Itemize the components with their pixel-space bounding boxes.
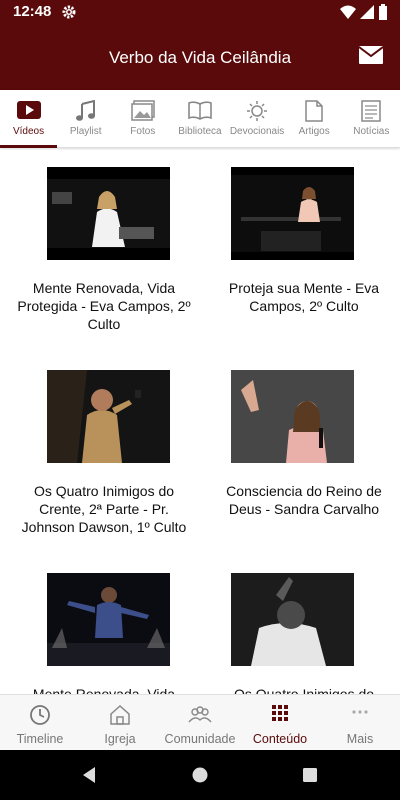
video-list: Mente Renovada, Vida Protegida - Eva Cam… bbox=[0, 150, 400, 694]
tab-label: Vídeos bbox=[12, 126, 45, 137]
tab-label: Fotos bbox=[130, 126, 156, 137]
tab-biblioteca[interactable]: Biblioteca bbox=[171, 90, 228, 148]
video-title: Consciencia do Reino de Deus - Sandra Ca… bbox=[226, 483, 382, 517]
video-card[interactable]: Os Quatro Inimigos do Crente, 2ª Parte -… bbox=[0, 353, 200, 556]
tab-artigos[interactable]: Artigos bbox=[286, 90, 343, 148]
more-icon bbox=[352, 710, 368, 714]
video-icon bbox=[16, 101, 41, 119]
video-title: Os Quatro Inimigos do Crente, 2ª Parte -… bbox=[21, 483, 187, 535]
recents-icon[interactable] bbox=[303, 768, 317, 782]
back-icon[interactable] bbox=[82, 767, 96, 783]
system-navigation-bar bbox=[0, 750, 400, 800]
video-thumbnail bbox=[47, 167, 170, 260]
news-icon bbox=[361, 100, 382, 122]
video-thumbnail bbox=[231, 573, 354, 666]
nav-label: Comunidade bbox=[164, 732, 236, 746]
nav-label: Conteúdo bbox=[252, 732, 308, 746]
video-thumbnail bbox=[231, 167, 354, 260]
clock-icon bbox=[30, 705, 50, 725]
tab-playlist[interactable]: Playlist bbox=[57, 90, 114, 148]
tab-fotos[interactable]: Fotos bbox=[114, 90, 171, 148]
app-title: Verbo da Vida Ceilândia bbox=[108, 48, 292, 67]
video-title: Mente Renovada, Vida Protegida - Eva Cam… bbox=[17, 280, 191, 332]
nav-timeline[interactable]: Timeline bbox=[0, 695, 80, 750]
video-title: Mente Renovada, Vida bbox=[32, 686, 176, 694]
book-icon bbox=[188, 101, 212, 120]
video-title: Proteja sua Mente - Eva Campos, 2º Culto bbox=[228, 280, 380, 314]
video-card[interactable]: Os Quatro Inimigos do bbox=[200, 556, 400, 694]
battery-icon bbox=[379, 4, 387, 20]
church-icon bbox=[110, 704, 130, 725]
settings-gear-icon bbox=[62, 5, 76, 19]
status-bar: 12:48 bbox=[0, 0, 400, 24]
nav-igreja[interactable]: Igreja bbox=[80, 695, 160, 750]
nav-label: Igreja bbox=[104, 732, 136, 746]
video-thumbnail bbox=[47, 573, 170, 666]
video-thumbnail bbox=[47, 370, 170, 463]
video-card[interactable]: Mente Renovada, Vida bbox=[0, 556, 200, 694]
tab-devocionais[interactable]: Devocionais bbox=[229, 90, 286, 148]
tab-label: Notícias bbox=[353, 126, 390, 137]
category-tabs: Vídeos Playlist Fotos Biblioteca Devocio… bbox=[0, 90, 400, 148]
video-card[interactable]: Consciencia do Reino de Deus - Sandra Ca… bbox=[200, 353, 400, 556]
nav-comunidade[interactable]: Comunidade bbox=[160, 695, 240, 750]
nav-mais[interactable]: Mais bbox=[320, 695, 400, 750]
home-icon[interactable] bbox=[192, 767, 208, 783]
tab-noticias[interactable]: Notícias bbox=[343, 90, 400, 148]
video-title: Os Quatro Inimigos do bbox=[233, 686, 375, 694]
tab-label: Artigos bbox=[298, 126, 330, 137]
community-icon bbox=[188, 706, 212, 723]
video-thumbnail bbox=[231, 370, 354, 463]
tab-label: Devocionais bbox=[229, 126, 285, 137]
video-card[interactable]: Mente Renovada, Vida Protegida - Eva Cam… bbox=[0, 150, 200, 353]
tab-label: Playlist bbox=[69, 126, 102, 137]
app-bar: Verbo da Vida Ceilândia bbox=[0, 24, 400, 90]
music-note-icon bbox=[75, 100, 95, 121]
tab-videos[interactable]: Vídeos bbox=[0, 90, 57, 148]
status-icons bbox=[340, 4, 388, 20]
nav-label: Mais bbox=[346, 732, 374, 746]
status-time: 12:48 bbox=[13, 3, 52, 20]
nav-conteudo[interactable]: Conteúdo bbox=[240, 695, 320, 750]
sun-icon bbox=[247, 101, 268, 121]
grid-icon bbox=[272, 705, 288, 721]
wifi-icon bbox=[340, 5, 356, 19]
mail-icon[interactable] bbox=[358, 44, 384, 66]
document-icon bbox=[305, 100, 323, 122]
bottom-navigation: Timeline Igreja Comunidade Conteúdo Mais bbox=[0, 694, 400, 750]
active-tab-indicator bbox=[0, 145, 57, 148]
nav-label: Timeline bbox=[16, 732, 64, 746]
photos-icon bbox=[131, 100, 155, 121]
signal-icon bbox=[360, 5, 374, 19]
tab-label: Biblioteca bbox=[178, 126, 222, 137]
video-card[interactable]: Proteja sua Mente - Eva Campos, 2º Culto bbox=[200, 150, 400, 353]
